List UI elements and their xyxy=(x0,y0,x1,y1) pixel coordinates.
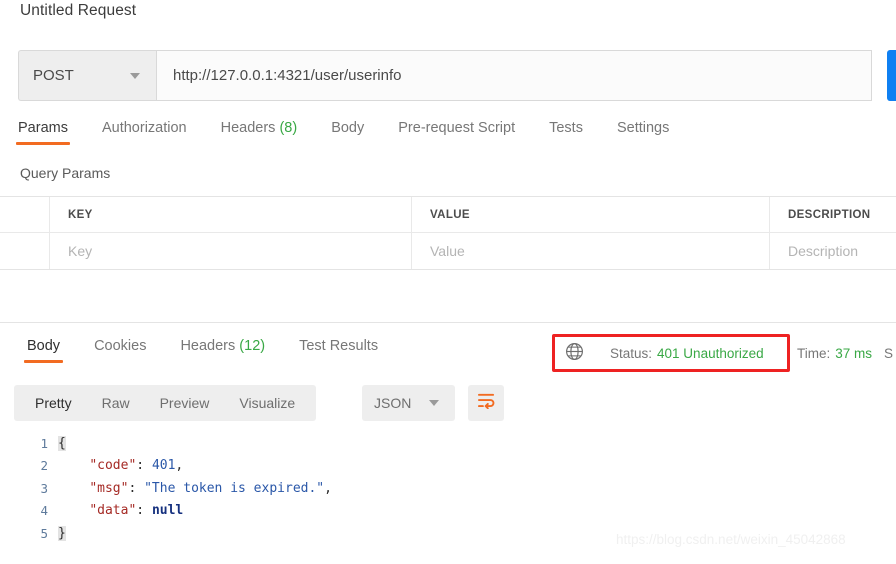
query-params-table: KEY VALUE DESCRIPTION Key Value Descript… xyxy=(0,196,896,270)
tab-settings-label: Settings xyxy=(617,120,669,136)
tab-settings[interactable]: Settings xyxy=(617,120,669,145)
size-label: S xyxy=(884,346,893,361)
tab-params-label: Params xyxy=(18,120,68,136)
response-time-group: Time: 37 ms xyxy=(797,340,872,366)
column-header-key: KEY xyxy=(50,197,412,232)
format-tab-visualize[interactable]: Visualize xyxy=(224,395,310,411)
format-tab-raw[interactable]: Raw xyxy=(87,395,145,411)
code-line-text: "code": 401, xyxy=(58,458,183,473)
response-tab-cookies[interactable]: Cookies xyxy=(94,338,146,363)
code-token-plain xyxy=(58,458,89,473)
format-tab-preview[interactable]: Preview xyxy=(145,395,225,411)
row-value-input[interactable]: Value xyxy=(412,233,770,269)
code-line-text: } xyxy=(58,526,66,541)
tab-headers-label: Headers xyxy=(221,120,276,136)
response-tabs: Body Cookies Headers (12) Test Results xyxy=(10,338,395,363)
code-token-num: 401 xyxy=(152,458,175,473)
table-row[interactable]: Key Value Description xyxy=(0,233,896,269)
query-params-title: Query Params xyxy=(20,165,110,181)
response-tab-headers[interactable]: Headers (12) xyxy=(180,338,265,363)
line-number: 4 xyxy=(0,503,58,518)
tab-headers-count: (8) xyxy=(279,120,297,136)
tab-params[interactable]: Params xyxy=(18,120,68,145)
globe-icon xyxy=(565,342,584,364)
tab-authorization[interactable]: Authorization xyxy=(102,120,187,145)
code-token-punc: , xyxy=(175,458,183,473)
code-line: 1{ xyxy=(0,432,896,455)
http-method-label: POST xyxy=(33,67,130,84)
code-token-null: null xyxy=(152,503,183,518)
url-input[interactable]: http://127.0.0.1:4321/user/userinfo xyxy=(156,50,872,101)
code-token-key: "code" xyxy=(89,458,136,473)
table-header-row: KEY VALUE DESCRIPTION xyxy=(0,197,896,233)
column-header-value: VALUE xyxy=(412,197,770,232)
row-key-input[interactable]: Key xyxy=(50,233,412,269)
code-token-punc: : xyxy=(136,503,152,518)
watermark: https://blog.csdn.net/weixin_45042868 xyxy=(616,532,846,547)
code-token-plain xyxy=(58,481,89,496)
status-badge: 401 Unauthorized xyxy=(657,346,764,361)
status-label: Status: xyxy=(610,346,652,361)
word-wrap-icon xyxy=(477,392,496,414)
row-description-input[interactable]: Description xyxy=(770,233,896,269)
response-language-label: JSON xyxy=(374,395,429,411)
code-line-text: "data": null xyxy=(58,503,183,518)
response-status-group: Status: 401 Unauthorized xyxy=(565,340,764,366)
response-language-select[interactable]: JSON xyxy=(362,385,455,421)
time-label: Time: xyxy=(797,346,830,361)
code-token-brace: } xyxy=(58,526,66,541)
response-tab-body[interactable]: Body xyxy=(27,338,60,363)
request-url-bar: POST http://127.0.0.1:4321/user/userinfo xyxy=(18,50,872,101)
tab-body[interactable]: Body xyxy=(331,120,364,145)
code-token-punc: , xyxy=(324,481,332,496)
line-number: 2 xyxy=(0,458,58,473)
response-tab-headers-label: Headers xyxy=(180,338,235,354)
response-tab-test-results-label: Test Results xyxy=(299,338,378,354)
line-number: 3 xyxy=(0,481,58,496)
code-line-text: "msg": "The token is expired.", xyxy=(58,481,332,496)
tab-pre-request-script[interactable]: Pre-request Script xyxy=(398,120,515,145)
response-divider xyxy=(0,322,896,323)
code-token-punc: : xyxy=(136,458,152,473)
tab-authorization-label: Authorization xyxy=(102,120,187,136)
response-format-tabs: Pretty Raw Preview Visualize xyxy=(14,385,316,421)
row-checkbox-cell[interactable] xyxy=(0,233,50,269)
response-tab-headers-count: (12) xyxy=(239,338,265,354)
tab-headers[interactable]: Headers (8) xyxy=(221,120,298,145)
code-line: 3 "msg": "The token is expired.", xyxy=(0,477,896,500)
response-size-group: S xyxy=(884,340,893,366)
request-tabs: Params Authorization Headers (8) Body Pr… xyxy=(18,120,703,145)
code-token-plain xyxy=(58,503,89,518)
tab-pre-request-script-label: Pre-request Script xyxy=(398,120,515,136)
tab-tests[interactable]: Tests xyxy=(549,120,583,145)
response-tab-body-label: Body xyxy=(27,338,60,354)
response-tab-cookies-label: Cookies xyxy=(94,338,146,354)
code-token-punc: : xyxy=(128,481,144,496)
params-empty-area xyxy=(0,272,896,323)
line-number: 5 xyxy=(0,526,58,541)
send-button[interactable] xyxy=(887,50,896,101)
tab-body-label: Body xyxy=(331,120,364,136)
chevron-down-icon xyxy=(130,73,140,79)
header-checkbox-cell xyxy=(0,197,50,232)
http-method-select[interactable]: POST xyxy=(18,50,156,101)
format-tab-pretty[interactable]: Pretty xyxy=(20,395,87,411)
code-line-text: { xyxy=(58,436,66,451)
line-number: 1 xyxy=(0,436,58,451)
code-line: 2 "code": 401, xyxy=(0,455,896,478)
column-header-description: DESCRIPTION xyxy=(770,197,896,232)
code-token-str: "The token is expired." xyxy=(144,481,324,496)
response-tab-test-results[interactable]: Test Results xyxy=(299,338,378,363)
tab-tests-label: Tests xyxy=(549,120,583,136)
code-line: 4 "data": null xyxy=(0,500,896,523)
chevron-down-icon xyxy=(429,400,439,406)
code-token-key: "msg" xyxy=(89,481,128,496)
time-value: 37 ms xyxy=(835,346,872,361)
word-wrap-button[interactable] xyxy=(468,385,504,421)
code-token-key: "data" xyxy=(89,503,136,518)
code-token-brace: { xyxy=(58,436,66,451)
page-title: Untitled Request xyxy=(20,2,136,20)
